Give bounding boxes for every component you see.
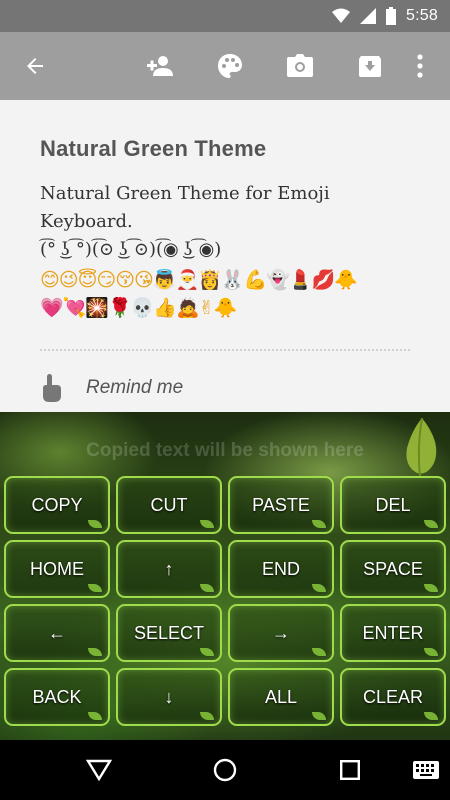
key-select[interactable]: SELECT xyxy=(116,604,222,662)
key-back[interactable]: BACK xyxy=(4,668,110,726)
triangle-back-icon xyxy=(86,759,112,781)
camera-button[interactable] xyxy=(276,32,324,100)
note-title[interactable]: Natural Green Theme xyxy=(40,136,266,162)
divider xyxy=(40,349,410,351)
key-cut[interactable]: CUT xyxy=(116,476,222,534)
emoji-line-1: 😊😉😇😏😚😘👼🎅👸🐰💪👻💄💋🐥 xyxy=(40,269,358,291)
person-add-icon xyxy=(147,56,173,76)
clipboard-placeholder[interactable]: Copied text will be shown here xyxy=(0,440,450,462)
color-button[interactable] xyxy=(206,32,254,100)
key-enter[interactable]: ENTER xyxy=(340,604,446,662)
navigation-bar xyxy=(0,740,450,800)
archive-button[interactable] xyxy=(346,32,394,100)
nav-recents-button[interactable] xyxy=(320,740,380,800)
nav-back-button[interactable] xyxy=(69,740,129,800)
key-clear[interactable]: CLEAR xyxy=(340,668,446,726)
key-right[interactable]: → xyxy=(228,604,334,662)
keyboard-switch-button[interactable] xyxy=(396,740,450,800)
circle-home-icon xyxy=(213,758,237,782)
reminder-hand-icon xyxy=(43,374,61,402)
battery-icon xyxy=(386,7,397,25)
emoji-line-2: 💗💘🎇🌹💀👍🙇✌🐥 xyxy=(40,297,237,319)
keyboard-icon xyxy=(413,761,439,779)
add-collaborator-button[interactable] xyxy=(136,32,184,100)
key-paste[interactable]: PASTE xyxy=(228,476,334,534)
camera-icon xyxy=(287,54,313,77)
archive-icon xyxy=(359,56,381,77)
key-del[interactable]: DEL xyxy=(340,476,446,534)
wifi-icon xyxy=(332,8,351,23)
signal-icon xyxy=(360,8,377,24)
status-bar: 5:58 xyxy=(0,0,450,32)
note-body[interactable]: Natural Green Theme for Emoji Keyboard. … xyxy=(40,180,420,264)
keyboard: Copied text will be shown here COPY CUT … xyxy=(0,412,450,740)
key-end[interactable]: END xyxy=(228,540,334,598)
more-vert-icon xyxy=(417,54,423,78)
more-options-button[interactable] xyxy=(396,32,444,100)
key-all[interactable]: ALL xyxy=(228,668,334,726)
key-home[interactable]: HOME xyxy=(4,540,110,598)
nav-home-button[interactable] xyxy=(195,740,255,800)
remind-me-button[interactable]: Remind me xyxy=(40,370,183,406)
remind-me-label: Remind me xyxy=(86,377,184,398)
key-copy[interactable]: COPY xyxy=(4,476,110,534)
palette-icon xyxy=(218,54,242,78)
square-recents-icon xyxy=(340,760,360,780)
back-button[interactable] xyxy=(11,32,59,100)
leaf-icon xyxy=(406,418,437,477)
key-space[interactable]: SPACE xyxy=(340,540,446,598)
key-down[interactable]: ↓ xyxy=(116,668,222,726)
key-left[interactable]: ← xyxy=(4,604,110,662)
status-time: 5:58 xyxy=(406,7,438,24)
arrow-back-icon xyxy=(27,58,43,74)
key-up[interactable]: ↑ xyxy=(116,540,222,598)
toolbar xyxy=(0,32,450,100)
